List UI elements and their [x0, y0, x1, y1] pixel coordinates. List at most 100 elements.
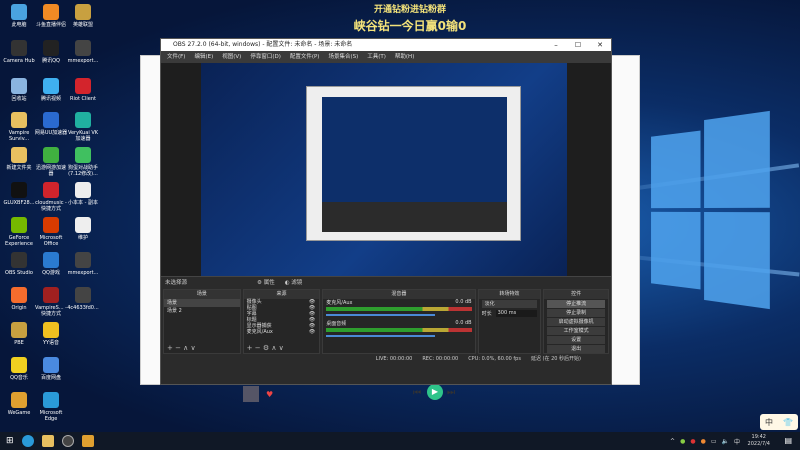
- menu-item[interactable]: 工具(T): [367, 51, 386, 63]
- desktop-icon[interactable]: Microsoft Office: [34, 217, 68, 247]
- desktop-icon[interactable]: 回收站: [2, 78, 36, 102]
- properties-button[interactable]: ⚙ 属性: [257, 277, 275, 288]
- control-button[interactable]: 退出: [547, 345, 605, 353]
- desktop-icon[interactable]: Riot Client: [66, 78, 100, 102]
- control-button[interactable]: 设置: [547, 336, 605, 344]
- cpu-status: CPU: 0.0%, 60.00 fps: [468, 356, 521, 362]
- control-button[interactable]: 启动虚拟摄像机: [547, 318, 605, 326]
- control-button[interactable]: 停止录制: [547, 309, 605, 317]
- obs-taskbar-icon[interactable]: [61, 435, 74, 447]
- obs-title-bar: OBS 27.2.0 (64-bit, windows) - 配置文件: 未命名…: [161, 39, 611, 51]
- menu-item[interactable]: 帮助(H): [395, 51, 414, 63]
- desktop-icon-label: mmexport...: [67, 58, 99, 64]
- menu-item[interactable]: 场景集合(S): [328, 51, 358, 63]
- desktop-icon[interactable]: mmexport...: [66, 252, 100, 276]
- maximize-button[interactable]: ☐: [567, 39, 589, 51]
- source-controls[interactable]: + − ⚙ ∧ ∨: [247, 344, 284, 352]
- desktop-icon[interactable]: 4c4633fd0...: [66, 287, 100, 311]
- volume-slider[interactable]: [326, 314, 435, 316]
- desktop-icon[interactable]: 腾讯QQ: [34, 40, 68, 64]
- preview-canvas[interactable]: [161, 63, 611, 276]
- sources-header: 来源: [243, 290, 320, 299]
- desktop-icon[interactable]: 狗蛋对战助手(7.12修改)...: [66, 147, 100, 177]
- desktop-icon[interactable]: PBE: [2, 322, 36, 346]
- desktop-icon[interactable]: mmexport...: [66, 40, 100, 64]
- desktop-icon[interactable]: VampireS... - 快捷方式: [34, 287, 68, 317]
- transition-select[interactable]: 淡化: [481, 300, 538, 308]
- app-icon: [11, 182, 27, 198]
- desktop-icon[interactable]: 英雄联盟: [66, 4, 100, 28]
- desktop-icon-label: 腾讯QQ: [42, 58, 60, 64]
- desktop-icon[interactable]: 小本本 - 副本: [66, 182, 100, 206]
- visibility-icon[interactable]: 👁: [309, 329, 315, 335]
- desktop-icon[interactable]: GLUXBF28...: [2, 182, 36, 206]
- banner-line-2: 峡谷钻一今日赢0输0: [353, 19, 467, 33]
- source-name: 麦克风/Aux: [246, 329, 273, 335]
- ime-toolbar[interactable]: 中 👕: [760, 414, 798, 430]
- filters-button[interactable]: ◐ 滤镜: [285, 277, 303, 288]
- desktop-icon-label: VampireS... - 快捷方式: [35, 305, 67, 317]
- next-icon[interactable]: ⏭: [447, 388, 455, 398]
- desktop-icon[interactable]: 此电脑: [2, 4, 36, 28]
- scene-item[interactable]: 场景 2: [164, 307, 240, 315]
- control-button[interactable]: 停止推流: [547, 300, 605, 308]
- desktop-icon[interactable]: 维护: [66, 217, 100, 241]
- desktop-icon[interactable]: Origin: [2, 287, 36, 311]
- clock[interactable]: 19:42 2022/7/4: [748, 434, 770, 448]
- desktop-icon[interactable]: GeForce Experience: [2, 217, 36, 247]
- minimize-button[interactable]: –: [545, 39, 567, 51]
- notification-icon[interactable]: ▤: [784, 436, 792, 445]
- app-icon: [43, 252, 59, 268]
- desktop-icon[interactable]: 迅游网游加速器: [34, 147, 68, 177]
- app-icon: [43, 322, 59, 338]
- menu-item[interactable]: 文件(F): [167, 51, 185, 63]
- scene-item[interactable]: 场景: [164, 299, 240, 307]
- app-icon: [75, 147, 91, 163]
- play-button[interactable]: ▶: [427, 384, 443, 400]
- transitions-header: 转场特效: [478, 290, 541, 299]
- desktop-icon[interactable]: 斗鱼直播伴侣: [34, 4, 68, 28]
- menu-item[interactable]: 编辑(E): [194, 51, 213, 63]
- app-taskbar-icon[interactable]: [81, 435, 94, 447]
- desktop-icon[interactable]: Vampire Surviv...: [2, 112, 36, 142]
- desktop-icon-label: Vampire Surviv...: [8, 130, 30, 142]
- desktop-icon[interactable]: 腾讯视频: [34, 78, 68, 102]
- menu-item[interactable]: 配置文件(P): [290, 51, 320, 63]
- desktop-icon[interactable]: VeryKuai VK加速器: [66, 112, 100, 142]
- explorer-taskbar-icon[interactable]: [41, 435, 54, 447]
- close-button[interactable]: ✕: [589, 39, 611, 51]
- desktop-icon[interactable]: Microsoft Edge: [34, 392, 68, 422]
- nested-preview: [306, 86, 521, 241]
- duration-input[interactable]: 300 ms: [495, 310, 538, 317]
- system-tray[interactable]: ^ ● ● ● ▭ 🔈 中: [670, 432, 740, 450]
- desktop-icon[interactable]: 百度网盘: [34, 357, 68, 381]
- source-item[interactable]: 麦克风/Aux 👁: [244, 329, 320, 335]
- desktop-icon-label: 腾讯视频: [40, 96, 61, 102]
- desktop-icon-label: YY语音: [42, 340, 60, 346]
- desktop-icon[interactable]: 新建文件夹: [2, 147, 36, 171]
- desktop-icon-label: Microsoft Edge: [39, 410, 63, 422]
- heart-icon[interactable]: ♥: [266, 390, 273, 399]
- app-icon: [43, 357, 59, 373]
- desktop-icon[interactable]: YY语音: [34, 322, 68, 346]
- desktop-icon[interactable]: Camera Hub: [2, 40, 36, 64]
- menu-item[interactable]: 停靠窗口(D): [250, 51, 281, 63]
- windows-logo-wallpaper: [651, 110, 770, 310]
- scene-controls[interactable]: + − ∧ ∨: [167, 344, 196, 352]
- desktop-icon[interactable]: cloudmusic - 快捷方式: [34, 182, 68, 212]
- control-button[interactable]: 工作室模式: [547, 327, 605, 335]
- volume-slider[interactable]: [326, 335, 435, 337]
- menu-item[interactable]: 视图(V): [222, 51, 241, 63]
- ime-mode[interactable]: 中: [765, 417, 773, 428]
- desktop-icon-label: PBE: [14, 340, 24, 346]
- desktop-icon[interactable]: WeGame: [2, 392, 36, 416]
- edge-taskbar-icon[interactable]: [21, 435, 34, 447]
- desktop-icon[interactable]: QQ音乐: [2, 357, 36, 381]
- desktop-icon[interactable]: QQ游戏: [34, 252, 68, 276]
- album-cover[interactable]: [243, 386, 259, 402]
- desktop-icon[interactable]: 网易UU加速器: [34, 112, 68, 136]
- previous-icon[interactable]: ⏮: [413, 388, 421, 398]
- shirt-icon[interactable]: 👕: [783, 418, 793, 427]
- start-button[interactable]: ⊞: [6, 436, 14, 446]
- desktop-icon[interactable]: OBS Studio: [2, 252, 36, 276]
